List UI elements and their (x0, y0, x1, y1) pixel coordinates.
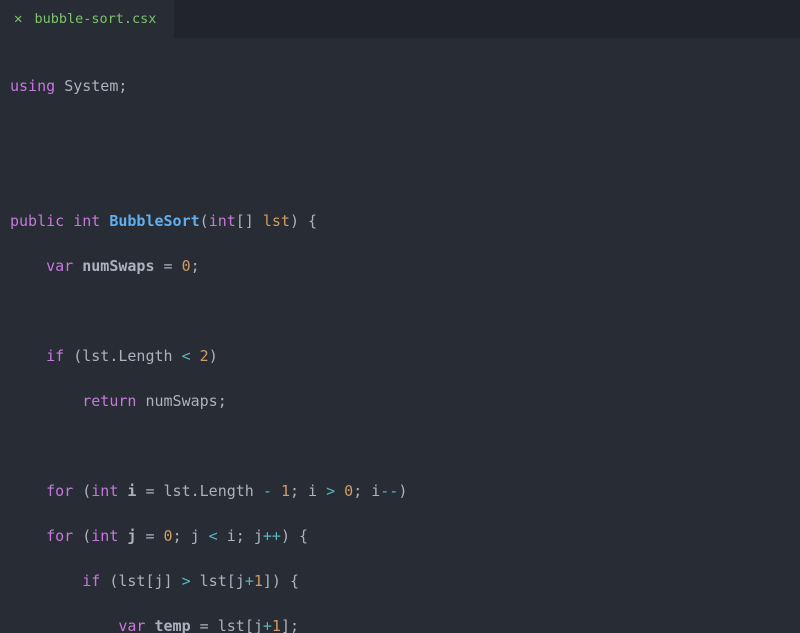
tab-bubble-sort[interactable]: ✕ bubble-sort.csx (0, 0, 174, 38)
code-line: for (int j = 0; j < i; j++) { (10, 525, 790, 548)
code-editor[interactable]: using System; public int BubbleSort(int[… (0, 38, 800, 633)
code-line: return numSwaps; (10, 390, 790, 413)
code-line (10, 435, 790, 458)
code-line: if (lst[j] > lst[j+1]) { (10, 570, 790, 593)
code-line (10, 120, 790, 143)
code-line: if (lst.Length < 2) (10, 345, 790, 368)
close-icon[interactable]: ✕ (14, 12, 22, 26)
code-line (10, 165, 790, 188)
code-line (10, 300, 790, 323)
code-line: var temp = lst[j+1]; (10, 615, 790, 633)
code-line: public int BubbleSort(int[] lst) { (10, 210, 790, 233)
code-line: for (int i = lst.Length - 1; i > 0; i--) (10, 480, 790, 503)
code-line: var numSwaps = 0; (10, 255, 790, 278)
code-line: using System; (10, 75, 790, 98)
tab-bar: ✕ bubble-sort.csx (0, 0, 800, 38)
tab-label: bubble-sort.csx (34, 11, 156, 27)
